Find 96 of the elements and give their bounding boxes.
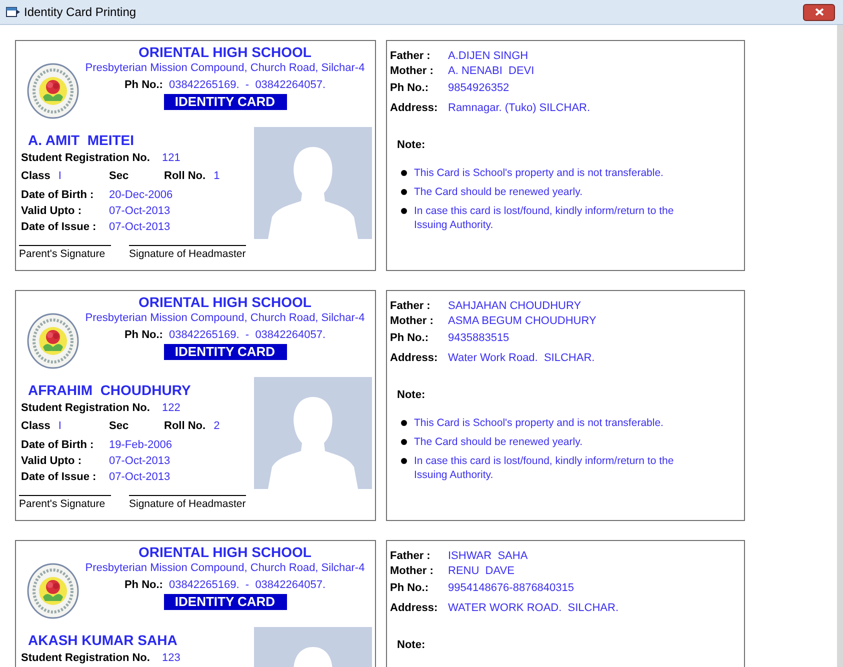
field-value: 07-Oct-2013 (109, 454, 170, 469)
field-label: Valid Upto : (21, 454, 82, 469)
field-label: Mother : (390, 314, 434, 329)
field-label: Sec (109, 419, 129, 433)
field-value: Water Work Road. SILCHAR. (448, 351, 595, 366)
field-value: 9854926352 (448, 81, 510, 96)
school-emblem-icon (27, 313, 79, 369)
bullet-icon (401, 439, 407, 445)
student-name: A. AMIT MEITEI (27, 131, 136, 149)
bullet-icon (401, 420, 407, 426)
school-address: Presbyterian Mission Compound, Church Road, Silchar-4 (85, 311, 365, 325)
phone-label: Ph No.: (124, 329, 163, 342)
window-title: Identity Card Printing (24, 4, 136, 21)
field-value: I (58, 169, 62, 183)
field-value: I (58, 419, 62, 433)
field-label: Date of Issue : (21, 470, 98, 485)
field-label: Date of Issue : (21, 220, 98, 235)
field-value: A. NENABI DEVI (448, 64, 534, 79)
signature-line: Signature of Headmaster (129, 245, 246, 261)
school-emblem-icon (27, 63, 79, 119)
bullet-icon (401, 189, 407, 195)
signature-line: Parent's Signature (19, 495, 111, 511)
bullet-icon (401, 170, 407, 176)
field-label: Address: (390, 601, 439, 616)
school-name: ORIENTAL HIGH SCHOOL (138, 43, 312, 61)
field-value: SAHJAHAN CHOUDHURY (448, 299, 582, 314)
field-label: Student Registration No. (21, 651, 150, 665)
field-value: 122 (162, 401, 180, 415)
field-value: RENU DAVE (448, 564, 514, 579)
field-label: Roll No. (164, 419, 206, 433)
field-label: Address: (390, 351, 439, 366)
bullet-icon (401, 458, 407, 464)
field-label: Address: (390, 101, 439, 116)
field-label: Roll No. (164, 169, 206, 183)
note-label: Note: (397, 638, 426, 652)
field-value: 07-Oct-2013 (109, 220, 170, 235)
field-value: 123 (162, 651, 180, 665)
signature-line: Parent's Signature (19, 245, 111, 261)
field-label: Sec (109, 169, 129, 183)
field-label: Student Registration No. (21, 401, 150, 415)
close-icon (814, 8, 824, 16)
school-phone: 03842265169. - 03842264057. (168, 329, 326, 342)
field-value: 9954148676-8876840315 (448, 581, 574, 596)
bullet-icon (401, 208, 407, 214)
field-label: Father : (390, 299, 432, 314)
field-label: Valid Upto : (21, 204, 82, 219)
note-text: The Card should be renewed yearly. (414, 435, 582, 449)
school-address: Presbyterian Mission Compound, Church Road, Silchar-4 (85, 561, 365, 575)
field-label: Ph No.: (390, 331, 430, 346)
note-text: The Card should be renewed yearly. (414, 185, 582, 199)
field-value: 07-Oct-2013 (109, 204, 170, 219)
field-value: 121 (162, 151, 180, 165)
field-label: Ph No.: (390, 581, 430, 596)
school-phone: 03842265169. - 03842264057. (168, 79, 326, 92)
field-label: Mother : (390, 64, 434, 79)
field-value: WATER WORK ROAD. SILCHAR. (448, 601, 619, 616)
school-phone: 03842265169. - 03842264057. (168, 579, 326, 592)
phone-label: Ph No.: (124, 579, 163, 592)
field-label: Class (21, 419, 50, 433)
field-label: Student Registration No. (21, 151, 150, 165)
field-value: 07-Oct-2013 (109, 470, 170, 485)
school-name: ORIENTAL HIGH SCHOOL (138, 543, 312, 561)
signature-line: Signature of Headmaster (129, 495, 246, 511)
note-text: This Card is School's property and is not transferable. (414, 166, 664, 180)
student-name: AKASH KUMAR SAHA (27, 631, 178, 649)
field-value: 19-Feb-2006 (109, 438, 172, 453)
field-value: 2 (214, 419, 220, 433)
field-label: Date of Birth : (21, 188, 95, 203)
card-title: IDENTITY CARD (164, 94, 286, 110)
student-name: AFRAHIM CHOUDHURY (27, 381, 192, 399)
phone-label: Ph No.: (124, 79, 163, 92)
field-value: 1 (214, 169, 220, 183)
note-label: Note: (397, 138, 426, 152)
field-value: 9435883515 (448, 331, 510, 346)
card-title: IDENTITY CARD (164, 344, 286, 360)
school-name: ORIENTAL HIGH SCHOOL (138, 293, 312, 311)
field-value: 20-Dec-2006 (109, 188, 173, 203)
field-value: A.DIJEN SINGH (448, 49, 528, 64)
note-text: This Card is School's property and is not transferable. (414, 416, 664, 430)
window-icon (6, 6, 20, 18)
field-label: Father : (390, 549, 432, 564)
school-address: Presbyterian Mission Compound, Church Road, Silchar-4 (85, 61, 365, 75)
close-button[interactable] (803, 4, 835, 20)
field-label: Father : (390, 49, 432, 64)
field-label: Ph No.: (390, 81, 430, 96)
note-label: Note: (397, 388, 426, 402)
note-text: In case this card is lost/found, kindly inform/return to the Issuing Authority. (414, 204, 675, 232)
field-label: Class (21, 169, 50, 183)
field-value: ISHWAR SAHA (448, 549, 528, 564)
field-value: Ramnagar. (Tuko) SILCHAR. (448, 101, 590, 116)
school-emblem-icon (27, 563, 79, 619)
field-value: ASMA BEGUM CHOUDHURY (448, 314, 596, 329)
card-title: IDENTITY CARD (164, 594, 286, 610)
field-label: Mother : (390, 564, 434, 579)
field-label: Date of Birth : (21, 438, 95, 453)
note-text: In case this card is lost/found, kindly inform/return to the Issuing Authority. (414, 454, 675, 482)
